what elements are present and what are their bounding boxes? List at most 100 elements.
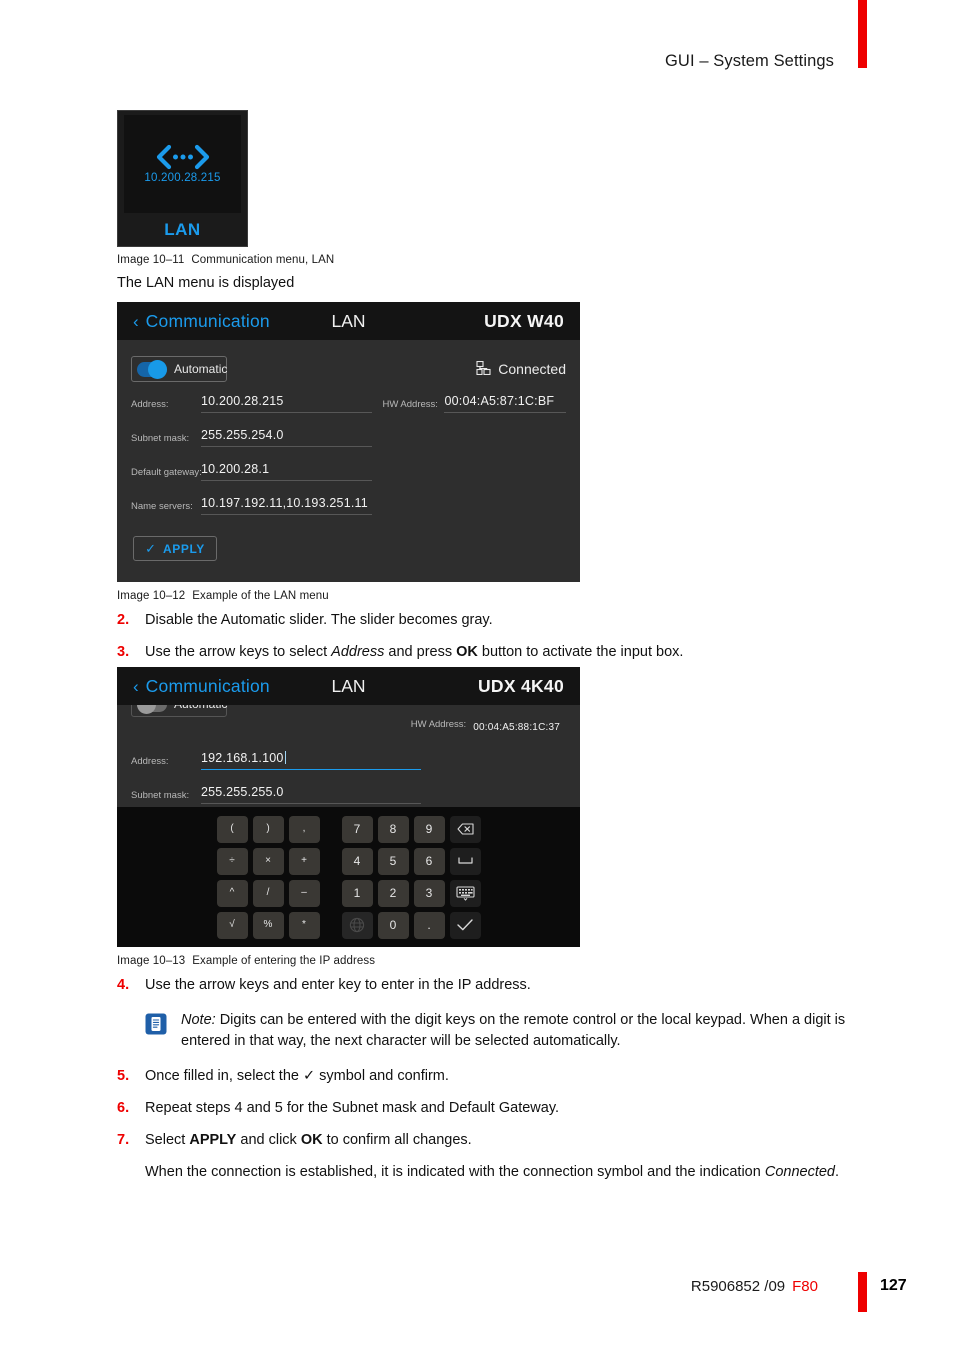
field-input[interactable]: 10.200.28.215 — [201, 392, 373, 413]
caption-text: Communication menu, LAN — [191, 254, 335, 266]
backspace-icon[interactable] — [449, 815, 481, 843]
onscreen-keypad: ( ) , ÷ × + ^ / – √ % * 7 8 9 4 5 6 1 2 … — [117, 807, 580, 947]
key-divide[interactable]: ÷ — [216, 847, 248, 875]
field-input[interactable]: 10.197.192.11,10.193.251.11 — [201, 494, 373, 515]
step-text: Disable the Automatic slider. The slider… — [145, 612, 493, 628]
key-plus[interactable]: + — [288, 847, 320, 875]
intro-paragraph: The LAN menu is displayed — [117, 275, 295, 291]
toggle-switch-track — [137, 359, 167, 379]
step-number: 3. — [117, 644, 130, 661]
caption-image-10-12: Image 10–12 Example of the LAN menu — [117, 590, 329, 602]
steps-list-upper: 2. Disable the Automatic slider. The sli… — [117, 610, 877, 674]
lan-menu-tile[interactable]: 10.200.28.215 LAN — [117, 110, 248, 247]
key-9[interactable]: 9 — [413, 815, 445, 843]
field-label: Address: — [131, 756, 169, 767]
field-readonly: 00:04:A5:87:1C:BF — [444, 392, 566, 413]
lan-tile-inner: 10.200.28.215 — [124, 115, 241, 213]
automatic-toggle-partial[interactable]: Automatic — [131, 705, 566, 717]
fields-right-column: HW Address: 00:04:A5:87:1C:BF — [372, 392, 566, 528]
chevron-left-icon[interactable]: ‹ — [133, 313, 139, 330]
step-number: 4. — [117, 977, 130, 993]
step-number: 2. — [117, 612, 130, 628]
key-paren-open[interactable]: ( — [216, 815, 248, 843]
step-item: 6. Repeat steps 4 and 5 for the Subnet m… — [117, 1098, 877, 1119]
keypad-digit-block: 7 8 9 4 5 6 1 2 3 0 . — [341, 815, 481, 939]
field-value: 10.200.28.1 — [201, 462, 270, 476]
key-0[interactable]: 0 — [377, 911, 409, 939]
gui-body: Automatic Connected Address: 10.200.28.2… — [117, 340, 580, 561]
field-label: Address: — [131, 399, 169, 410]
key-caret[interactable]: ^ — [216, 879, 248, 907]
step-item: 5. Once filled in, select the ✓ symbol a… — [117, 1066, 877, 1087]
key-5[interactable]: 5 — [377, 847, 409, 875]
automatic-toggle[interactable]: Automatic — [131, 356, 227, 382]
caption-number: Image 10–13 — [117, 955, 186, 967]
apply-button[interactable]: ✓ APPLY — [133, 536, 217, 561]
header-title: GUI – System Settings — [665, 52, 834, 70]
field-label: HW Address: — [410, 719, 467, 730]
apply-button-label: APPLY — [163, 541, 205, 556]
field-label: HW Address: — [382, 399, 438, 410]
field-subnet-mask[interactable]: Subnet mask: 255.255.254.0 — [131, 426, 373, 447]
step-text: Use the arrow keys and enter key to ente… — [145, 977, 531, 993]
field-label: Subnet mask: — [131, 790, 190, 801]
key-4[interactable]: 4 — [341, 847, 373, 875]
breadcrumb-communication[interactable]: Communication — [146, 311, 270, 332]
ip-entry-screenshot: ‹ Communication LAN UDX 4K40 Automatic — [117, 667, 580, 947]
key-period[interactable]: . — [413, 911, 445, 939]
key-slash[interactable]: / — [252, 879, 284, 907]
field-name-servers[interactable]: Name servers: 10.197.192.11,10.193.251.1… — [131, 494, 373, 515]
key-minus[interactable]: – — [288, 879, 320, 907]
caption-image-10-13: Image 10–13 Example of entering the IP ad… — [117, 955, 375, 967]
key-6[interactable]: 6 — [413, 847, 445, 875]
key-paren-close[interactable]: ) — [252, 815, 284, 843]
page-number: 127 — [880, 1277, 907, 1294]
key-comma[interactable]: , — [288, 815, 320, 843]
key-asterisk[interactable]: * — [288, 911, 320, 939]
footer-document-id: R5906852 /09 F80 — [691, 1278, 818, 1295]
step-item: 3. Use the arrow keys to select Address … — [117, 642, 877, 663]
field-input[interactable]: 10.200.28.1 — [201, 460, 373, 481]
key-sqrt[interactable]: √ — [216, 911, 248, 939]
field-subnet-mask[interactable]: Subnet mask: 255.255.255.0 — [131, 783, 421, 804]
field-address[interactable]: Address: 192.168.1.100 — [131, 749, 421, 770]
field-value: 10.200.28.215 — [201, 394, 284, 408]
key-7[interactable]: 7 — [341, 815, 373, 843]
key-1[interactable]: 1 — [341, 879, 373, 907]
caption-number: Image 10–12 — [117, 590, 186, 602]
enter-check-icon[interactable] — [449, 911, 481, 939]
globe-icon — [341, 911, 373, 939]
step-number: 5. — [117, 1068, 130, 1085]
automatic-row: Automatic Connected — [131, 340, 566, 386]
chevron-left-icon[interactable]: ‹ — [133, 678, 139, 695]
gui-body: Automatic HW Address: 00:04:A5:88:1C:37 … — [117, 705, 580, 817]
model-label: UDX W40 — [484, 310, 564, 331]
lan-tile-ip: 10.200.28.215 — [144, 172, 221, 184]
keyboard-switch-icon[interactable] — [449, 879, 481, 907]
field-label: Default gateway: — [131, 467, 202, 478]
key-8[interactable]: 8 — [377, 815, 409, 843]
breadcrumb-communication[interactable]: Communication — [146, 676, 270, 697]
field-input-active[interactable]: 192.168.1.100 — [201, 749, 421, 770]
field-input[interactable]: 255.255.254.0 — [201, 426, 373, 447]
closing-paragraph: When the connection is established, it i… — [145, 1164, 840, 1181]
key-3[interactable]: 3 — [413, 879, 445, 907]
keypad-symbol-block: ( ) , ÷ × + ^ / – √ % * — [216, 815, 320, 939]
field-default-gateway[interactable]: Default gateway: 10.200.28.1 — [131, 460, 373, 481]
field-address[interactable]: Address: 10.200.28.215 — [131, 392, 373, 413]
note-block: Note: Digits can be entered with the dig… — [145, 1010, 877, 1052]
note-text: Note: Digits can be entered with the dig… — [181, 1012, 846, 1050]
automatic-label: Automatic — [174, 705, 227, 711]
step-item: 4. Use the arrow keys and enter key to e… — [117, 975, 877, 996]
header-red-bar — [858, 0, 867, 68]
key-percent[interactable]: % — [252, 911, 284, 939]
note-document-icon — [145, 1013, 167, 1040]
key-multiply[interactable]: × — [252, 847, 284, 875]
field-value: 192.168.1.100 — [201, 751, 284, 765]
field-input[interactable]: 255.255.255.0 — [201, 783, 421, 804]
automatic-label: Automatic — [174, 362, 228, 376]
spacebar-icon[interactable] — [449, 847, 481, 875]
key-2[interactable]: 2 — [377, 879, 409, 907]
document-page: GUI – System Settings 10.200.28.215 LAN — [0, 0, 954, 1350]
gui-topbar: ‹ Communication LAN UDX 4K40 — [117, 667, 580, 705]
